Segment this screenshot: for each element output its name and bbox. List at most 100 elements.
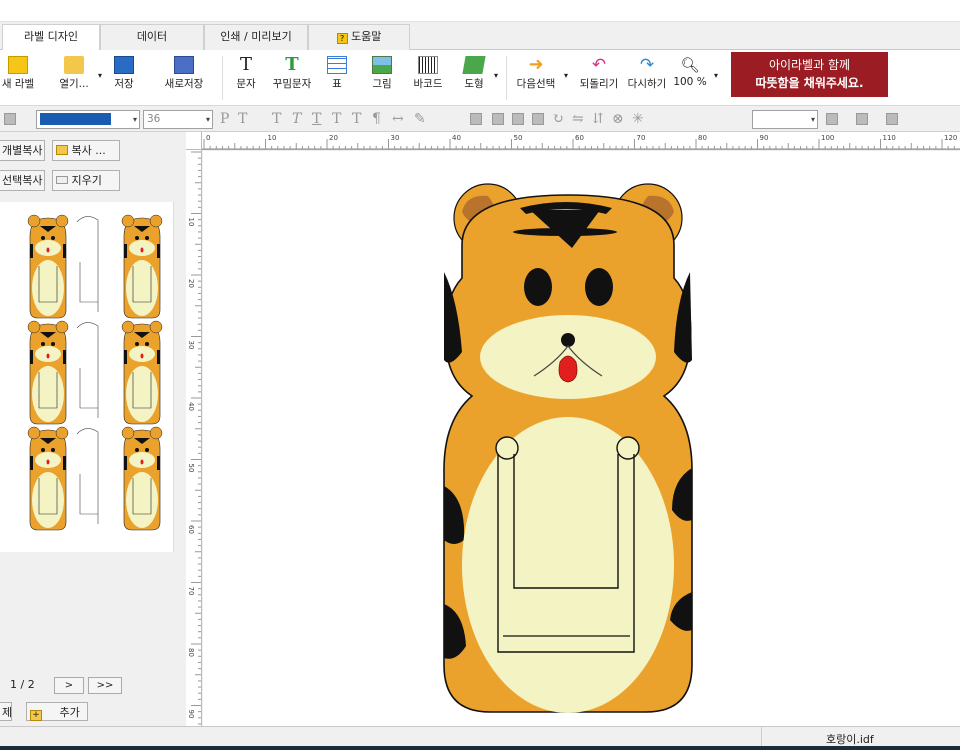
next-select-dropdown-arrow[interactable]: ▾: [562, 54, 570, 102]
ruler-label: 20: [187, 279, 195, 288]
effects-icon[interactable]: ✎: [414, 111, 426, 127]
thumb-row-2: [27, 320, 163, 425]
transparent-icon[interactable]: [886, 113, 898, 125]
italic-icon[interactable]: T: [292, 111, 301, 127]
line-color-icon[interactable]: [856, 113, 868, 125]
erase-button[interactable]: 지우기: [52, 170, 120, 191]
taskbar: [0, 746, 960, 750]
chevron-down-icon: ▾: [205, 115, 210, 124]
help-icon: ?: [336, 33, 348, 44]
ruler-label: 110: [883, 134, 896, 142]
fancy-text-button[interactable]: T 꾸밈문자: [268, 54, 316, 102]
ruler-label: 50: [187, 464, 195, 473]
last-page-button[interactable]: >>: [88, 677, 122, 694]
ribbon-separator: [506, 56, 507, 100]
fill-color-icon[interactable]: [826, 113, 838, 125]
redo-button[interactable]: ↷ 다시하기: [624, 54, 670, 102]
ruler-label: 30: [187, 341, 195, 350]
open-dropdown-arrow[interactable]: ▾: [96, 54, 104, 102]
tiger-head-stripe-bar: [513, 228, 617, 236]
spacing-icon[interactable]: ↔: [392, 111, 404, 127]
save-as-button[interactable]: 새로저장: [160, 54, 208, 102]
mirror-icon[interactable]: ⇵: [592, 111, 604, 127]
ruler-label: 80: [187, 648, 195, 657]
flip-icon[interactable]: ⇋: [572, 111, 584, 127]
status-bar: 호랑이.idf: [0, 726, 960, 748]
copy-each-button[interactable]: 개별복사: [0, 140, 45, 161]
bold-icon[interactable]: T: [272, 111, 281, 127]
promo-banner[interactable]: 아이라벨과 함께 따뜻함을 채워주세요.: [731, 52, 888, 97]
copy-button-label: 복사 ...: [71, 144, 106, 157]
folder-icon: [64, 56, 84, 74]
next-select-button[interactable]: ➜ 다음선택: [512, 54, 560, 102]
layer-front-icon[interactable]: [470, 113, 482, 125]
ruler-label: 80: [698, 134, 707, 142]
save-as-icon: [174, 56, 194, 74]
underline-icon[interactable]: T: [312, 111, 321, 127]
zoom-button[interactable]: 🔍︎ 100 %: [672, 54, 708, 102]
ruler-corner: [186, 132, 202, 150]
chevron-down-icon: ▾: [810, 115, 815, 124]
shape-dropdown-arrow[interactable]: ▾: [492, 54, 500, 102]
undo-button[interactable]: ↶ 되돌리기: [576, 54, 622, 102]
text-button[interactable]: T 문자: [230, 54, 262, 102]
ruler-vertical: 10 20 30 40 50 60 70 80 90: [186, 150, 202, 726]
ruler-label: 120: [944, 134, 957, 142]
barcode-button[interactable]: 바코드: [410, 54, 446, 102]
open-button[interactable]: 열기...: [54, 54, 94, 102]
erase-button-label: 지우기: [71, 174, 102, 187]
text-style-icon[interactable]: P: [220, 111, 229, 127]
copy-selected-button[interactable]: 선택복사: [0, 170, 45, 191]
new-label-button[interactable]: 새 라벨: [0, 54, 36, 102]
font-family-select[interactable]: ▾: [36, 110, 140, 129]
shape-button[interactable]: 도형: [458, 54, 490, 102]
tiger-left-eye: [524, 268, 552, 306]
label-canvas[interactable]: [203, 151, 960, 726]
next-page-button[interactable]: >: [54, 677, 84, 694]
outline-icon[interactable]: T: [332, 111, 341, 127]
ruler-label: 90: [760, 134, 769, 142]
title-bar: [0, 0, 960, 22]
delete-button[interactable]: 제: [0, 702, 12, 721]
tiger-belly: [462, 417, 674, 713]
tiger-label-design[interactable]: [203, 151, 960, 726]
tiger-right-eye: [585, 268, 613, 306]
lock-icon[interactable]: ⊗: [612, 111, 624, 127]
shadow-icon[interactable]: T: [352, 111, 361, 127]
tiger-nose: [561, 333, 575, 347]
copy-button[interactable]: 복사 ...: [52, 140, 120, 161]
image-button[interactable]: 그림: [366, 54, 398, 102]
add-button[interactable]: + 추가: [26, 702, 88, 721]
align-icon[interactable]: [4, 113, 16, 125]
tab-print-preview[interactable]: 인쇄 / 미리보기: [204, 24, 308, 50]
image-icon: [372, 56, 392, 74]
tab-label-design[interactable]: 라벨 디자인: [2, 24, 100, 51]
rotate-icon[interactable]: ↻: [552, 111, 564, 127]
group-icon[interactable]: [512, 113, 524, 125]
ruler-horizontal-ticks: 0 10 20 30 40 50 60 70 80 90 100 110 120: [202, 134, 960, 150]
ruler-label: 30: [391, 134, 400, 142]
font-size-select[interactable]: 36 ▾: [143, 110, 213, 129]
ruler-vertical-ticks: 10 20 30 40 50 60 70 80 90: [187, 151, 201, 725]
new-label-icon: [8, 56, 28, 74]
ribbon-tabs: 라벨 디자인 데이터 인쇄 / 미리보기 ? 도움말: [0, 22, 960, 51]
label-sheet-preview[interactable]: [0, 202, 174, 552]
layer-back-icon[interactable]: [492, 113, 504, 125]
save-button[interactable]: 저장: [108, 54, 140, 102]
text-color-icon[interactable]: T: [238, 111, 247, 127]
ruler-label: 0: [206, 134, 210, 142]
tab-data[interactable]: 데이터: [100, 24, 204, 50]
zoom-dropdown-arrow[interactable]: ▾: [712, 54, 720, 102]
tab-help[interactable]: ? 도움말: [308, 24, 410, 50]
ruler-label: 60: [187, 525, 195, 534]
line-style-select[interactable]: ▾: [752, 110, 818, 129]
ribbon-separator: [222, 56, 223, 100]
plus-icon: +: [30, 710, 42, 721]
banner-line-2: 따뜻함을 채워주세요.: [755, 76, 864, 90]
ungroup-icon[interactable]: [532, 113, 544, 125]
text-icon: T: [239, 54, 252, 75]
sparkle-icon[interactable]: ✳: [632, 111, 644, 127]
tiger-tongue: [558, 355, 578, 383]
paragraph-icon[interactable]: ¶: [372, 111, 381, 127]
table-button[interactable]: 표: [322, 54, 352, 102]
